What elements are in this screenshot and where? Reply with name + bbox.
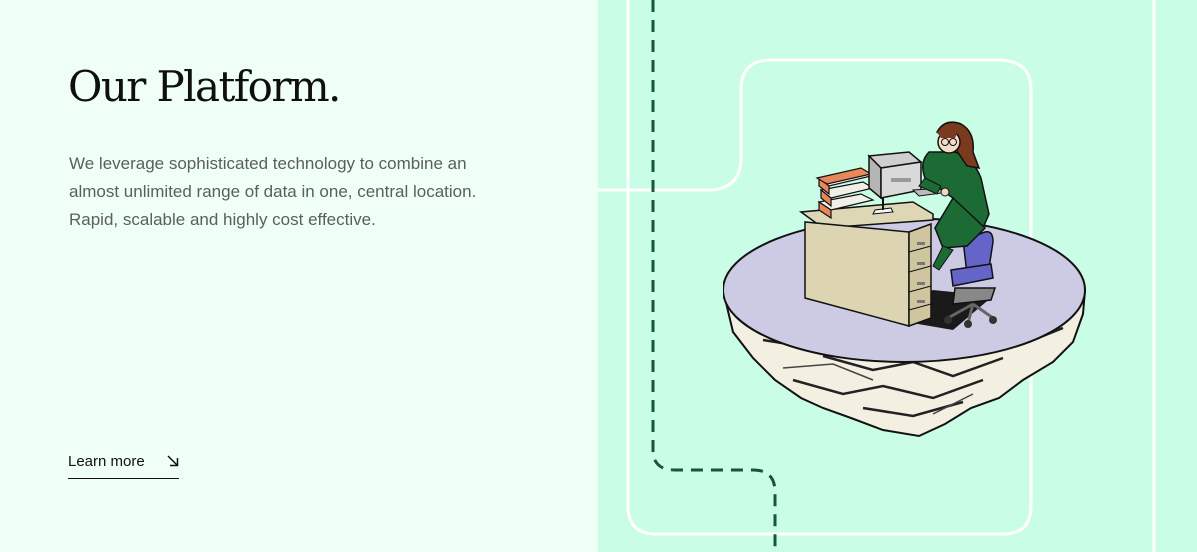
illustration-panel <box>598 0 1197 552</box>
learn-more-label: Learn more <box>68 453 145 470</box>
arrow-down-right-icon <box>167 455 179 467</box>
learn-more-link[interactable]: Learn more <box>68 449 179 479</box>
section-description: We leverage sophisticated technology to … <box>69 154 477 229</box>
office-worker-illustration <box>723 121 1087 438</box>
platform-section: Our Platform. We leverage sophisticated … <box>0 0 1197 552</box>
text-panel: Our Platform. We leverage sophisticated … <box>0 0 598 552</box>
section-title: Our Platform. <box>68 62 341 111</box>
